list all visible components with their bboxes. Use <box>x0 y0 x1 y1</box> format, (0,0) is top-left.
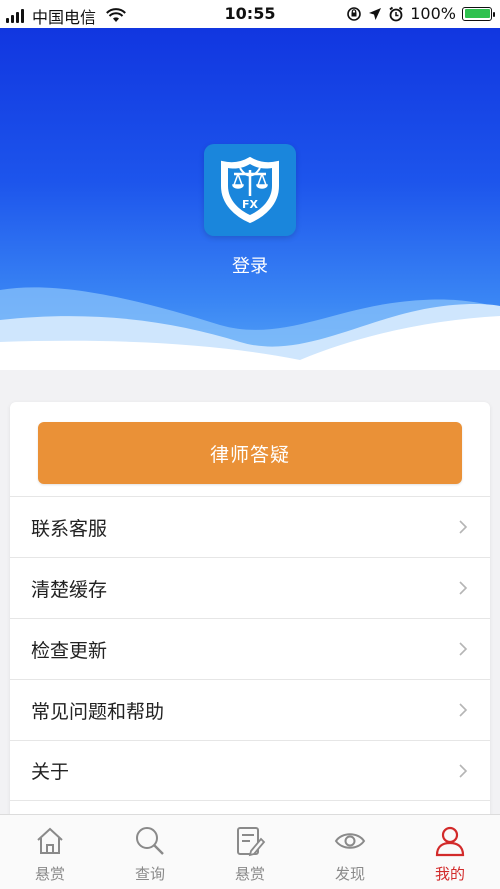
logo-text: FX <box>242 198 259 211</box>
menu-item-label: 清楚缓存 <box>31 578 108 601</box>
tab-mine[interactable]: 我的 <box>400 815 500 889</box>
battery-icon <box>462 6 495 21</box>
menu-item-label: 联系客服 <box>31 517 108 540</box>
shield-logo-icon: FX <box>221 156 279 224</box>
screen: 中国电信 10:55 100% FX 登录 律师答疑 联系客服 清楚缓存 检查更… <box>0 0 500 889</box>
status-right: 100% <box>346 4 495 23</box>
menu-item-about[interactable]: 关于 <box>10 740 490 801</box>
chevron-right-icon <box>459 581 468 595</box>
tab-label: 悬赏 <box>234 865 265 883</box>
tab-bar: 悬赏 查询 悬赏 发现 我的 <box>0 814 500 889</box>
eye-icon <box>334 825 366 857</box>
rotation-lock-icon <box>347 6 362 21</box>
menu-item-label: 常见问题和帮助 <box>31 700 165 723</box>
tab-label: 发现 <box>334 865 365 883</box>
battery-percent: 100% <box>410 4 456 23</box>
menu-item-faq-help[interactable]: 常见问题和帮助 <box>10 679 490 740</box>
tab-label: 查询 <box>134 865 165 883</box>
battery-level <box>464 9 490 18</box>
tab-label: 我的 <box>434 865 465 883</box>
settings-menu: 联系客服 清楚缓存 检查更新 常见问题和帮助 关于 <box>10 496 490 801</box>
user-icon <box>434 825 466 857</box>
menu-item-label: 检查更新 <box>31 639 108 662</box>
tab-reward[interactable]: 悬赏 <box>0 815 100 889</box>
menu-item-clear-cache[interactable]: 清楚缓存 <box>10 557 490 618</box>
app-logo[interactable]: FX <box>204 144 296 236</box>
tab-label: 悬赏 <box>34 865 65 883</box>
menu-item-check-update[interactable]: 检查更新 <box>10 618 490 679</box>
lawyer-consult-button[interactable]: 律师答疑 <box>38 422 462 484</box>
chevron-right-icon <box>459 642 468 656</box>
alarm-icon <box>389 6 403 21</box>
tab-reward-post[interactable]: 悬赏 <box>200 815 300 889</box>
status-bar: 中国电信 10:55 100% <box>0 0 500 28</box>
header-waves <box>0 287 500 370</box>
location-icon <box>369 7 382 20</box>
home-icon <box>34 825 66 857</box>
menu-item-contact-service[interactable]: 联系客服 <box>10 496 490 557</box>
search-icon <box>134 825 166 857</box>
menu-item-label: 关于 <box>31 761 70 783</box>
edit-note-icon <box>234 825 266 857</box>
chevron-right-icon <box>459 520 468 534</box>
tab-discover[interactable]: 发现 <box>300 815 400 889</box>
settings-card: 律师答疑 联系客服 清楚缓存 检查更新 常见问题和帮助 关于 <box>10 402 490 822</box>
tab-query[interactable]: 查询 <box>100 815 200 889</box>
chevron-right-icon <box>459 764 468 778</box>
login-link[interactable]: 登录 <box>0 252 500 278</box>
profile-header: FX 登录 <box>0 28 500 370</box>
chevron-right-icon <box>459 703 468 717</box>
